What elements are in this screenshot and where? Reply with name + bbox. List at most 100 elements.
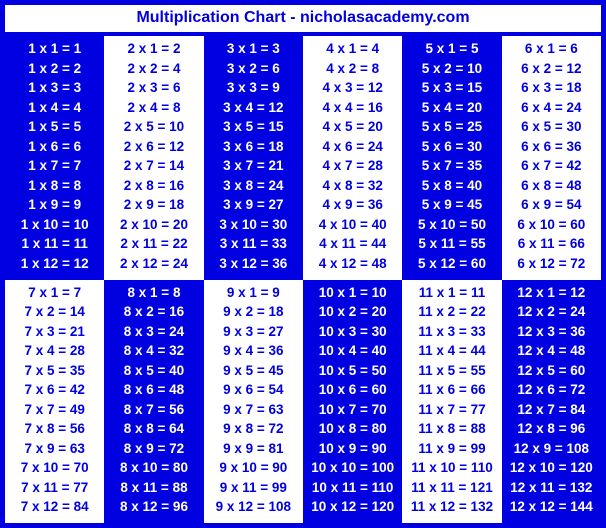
fact: 7 x 11 = 77 [21,478,88,498]
times-table-11: 11 x 1 = 1111 x 2 = 2211 x 3 = 3311 x 4 … [402,280,501,524]
fact: 6 x 4 = 24 [521,98,581,118]
fact: 12 x 6 = 72 [517,380,585,400]
times-table-4: 4 x 1 = 44 x 2 = 84 x 3 = 124 x 4 = 164 … [303,36,402,280]
fact: 12 x 1 = 12 [517,283,585,303]
fact: 6 x 10 = 60 [517,215,585,235]
fact: 9 x 1 = 9 [227,283,280,303]
fact: 7 x 3 = 21 [24,322,84,342]
fact: 2 x 7 = 14 [124,156,184,176]
fact: 1 x 2 = 2 [28,59,81,79]
fact: 2 x 10 = 20 [120,215,188,235]
times-table-7: 7 x 1 = 77 x 2 = 147 x 3 = 217 x 4 = 287… [5,280,104,524]
fact: 6 x 2 = 12 [521,59,581,79]
fact: 1 x 12 = 12 [21,254,89,274]
fact: 4 x 6 = 24 [322,137,382,157]
fact: 1 x 6 = 6 [28,137,81,157]
fact: 3 x 3 = 9 [227,78,280,98]
multiplication-chart-container: Multiplication Chart - nicholasacademy.c… [0,0,606,528]
fact: 4 x 2 = 8 [326,59,379,79]
fact: 8 x 3 = 24 [124,322,184,342]
fact: 4 x 8 = 32 [322,176,382,196]
fact: 5 x 9 = 45 [422,195,482,215]
fact: 4 x 10 = 40 [319,215,387,235]
fact: 3 x 2 = 6 [227,59,280,79]
fact: 8 x 7 = 56 [124,400,184,420]
fact: 12 x 8 = 96 [517,419,585,439]
fact: 2 x 8 = 16 [124,176,184,196]
fact: 7 x 7 = 49 [24,400,84,420]
fact: 5 x 10 = 50 [418,215,486,235]
fact: 8 x 10 = 80 [120,458,188,478]
fact: 2 x 3 = 6 [128,78,181,98]
fact: 8 x 6 = 48 [124,380,184,400]
fact: 11 x 8 = 88 [418,419,485,439]
fact: 11 x 9 = 99 [418,439,485,459]
fact: 6 x 12 = 72 [517,254,585,274]
fact: 2 x 12 = 24 [120,254,188,274]
fact: 10 x 7 = 70 [319,400,387,420]
fact: 10 x 11 = 110 [312,478,393,498]
fact: 6 x 5 = 30 [521,117,581,137]
fact: 12 x 10 = 120 [510,458,593,478]
fact: 12 x 7 = 84 [517,400,585,420]
fact: 1 x 11 = 11 [21,234,87,254]
fact: 4 x 12 = 48 [319,254,387,274]
fact: 6 x 1 = 6 [525,39,578,59]
fact: 8 x 2 = 16 [124,302,184,322]
fact: 10 x 9 = 90 [319,439,387,459]
fact: 1 x 1 = 1 [28,39,81,59]
fact: 11 x 2 = 22 [418,302,485,322]
fact: 9 x 12 = 108 [216,497,291,517]
fact: 5 x 2 = 10 [422,59,482,79]
fact: 11 x 11 = 121 [411,478,492,498]
fact: 8 x 4 = 32 [124,341,184,361]
fact: 3 x 1 = 3 [227,39,280,59]
fact: 6 x 11 = 66 [518,234,585,254]
fact: 5 x 8 = 40 [422,176,482,196]
chart-title: Multiplication Chart - nicholasacademy.c… [5,5,601,36]
fact: 2 x 9 = 18 [124,195,184,215]
fact: 1 x 4 = 4 [28,98,81,118]
fact: 5 x 5 = 25 [422,117,482,137]
times-table-3: 3 x 1 = 33 x 2 = 63 x 3 = 93 x 4 = 123 x… [204,36,303,280]
fact: 7 x 1 = 7 [28,283,81,303]
fact: 8 x 9 = 72 [124,439,184,459]
fact: 3 x 4 = 12 [223,98,283,118]
fact: 11 x 1 = 11 [419,283,485,303]
fact: 9 x 2 = 18 [223,302,283,322]
fact: 2 x 6 = 12 [124,137,184,157]
times-table-8: 8 x 1 = 88 x 2 = 168 x 3 = 248 x 4 = 328… [104,280,203,524]
fact: 2 x 11 = 22 [120,234,187,254]
fact: 4 x 11 = 44 [319,234,386,254]
fact: 5 x 3 = 15 [422,78,482,98]
fact: 2 x 1 = 2 [128,39,181,59]
fact: 8 x 5 = 40 [124,361,184,381]
times-table-12: 12 x 1 = 1212 x 2 = 2412 x 3 = 3612 x 4 … [502,280,601,524]
fact: 12 x 4 = 48 [517,341,585,361]
fact: 3 x 5 = 15 [223,117,283,137]
fact: 1 x 10 = 10 [21,215,89,235]
fact: 11 x 6 = 66 [418,380,485,400]
fact: 7 x 9 = 63 [24,439,84,459]
fact: 2 x 5 = 10 [124,117,184,137]
fact: 9 x 11 = 99 [220,478,287,498]
fact: 2 x 2 = 4 [128,59,181,79]
fact: 1 x 3 = 3 [28,78,81,98]
fact: 5 x 4 = 20 [422,98,482,118]
fact: 6 x 8 = 48 [521,176,581,196]
fact: 9 x 5 = 45 [223,361,283,381]
fact: 12 x 12 = 144 [510,497,593,517]
fact: 7 x 6 = 42 [24,380,84,400]
fact: 12 x 2 = 24 [517,302,585,322]
fact: 12 x 5 = 60 [517,361,585,381]
fact: 3 x 12 = 36 [219,254,287,274]
fact: 7 x 5 = 35 [24,361,84,381]
fact: 7 x 4 = 28 [24,341,84,361]
fact: 10 x 6 = 60 [319,380,387,400]
fact: 3 x 7 = 21 [223,156,283,176]
fact: 9 x 10 = 90 [219,458,287,478]
fact: 10 x 12 = 120 [311,497,394,517]
fact: 5 x 7 = 35 [422,156,482,176]
fact: 1 x 5 = 5 [28,117,81,137]
times-table-6: 6 x 1 = 66 x 2 = 126 x 3 = 186 x 4 = 246… [502,36,601,280]
